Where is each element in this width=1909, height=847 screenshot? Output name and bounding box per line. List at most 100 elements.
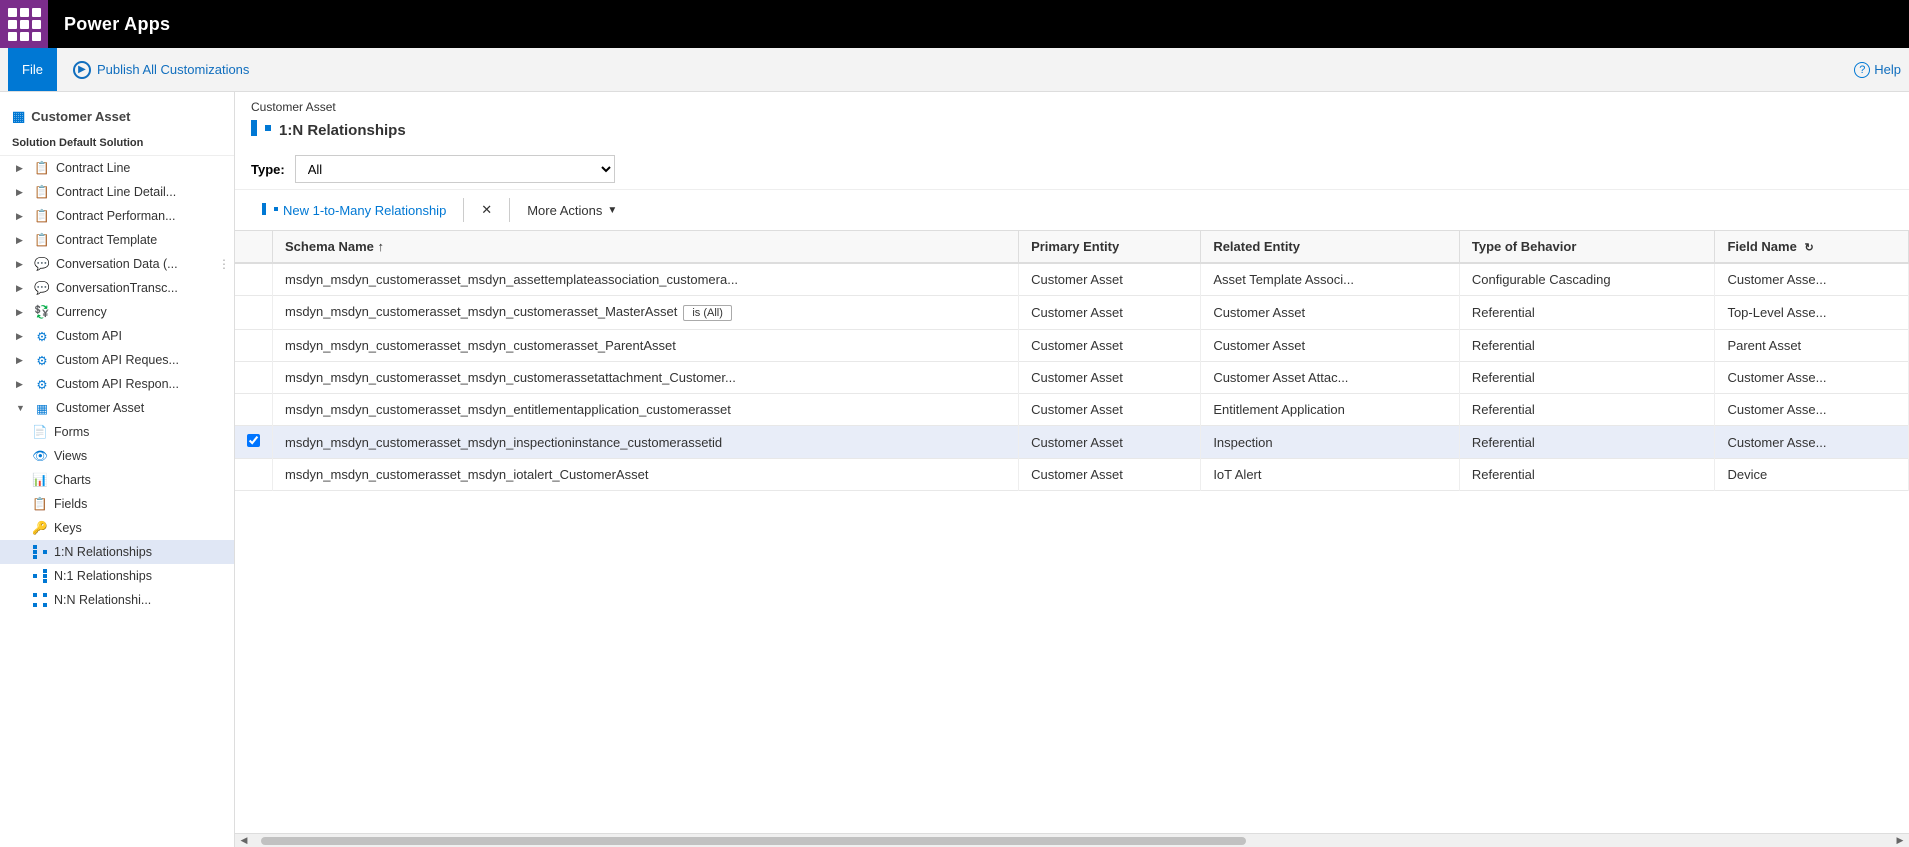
sidebar-item-1n-relationships[interactable]: 1:N Relationships xyxy=(0,540,234,564)
cell-type-of-behavior: Referential xyxy=(1459,296,1715,330)
cell-schema-name: msdyn_msdyn_customerasset_msdyn_customer… xyxy=(273,330,1019,362)
sidebar-item-custom-api[interactable]: ▶ ⚙ Custom API xyxy=(0,324,234,348)
contract-line-icon: 📋 xyxy=(34,160,50,176)
currency-icon: 💱 xyxy=(34,304,50,320)
sidebar-label-charts: Charts xyxy=(54,473,226,487)
sidebar-item-forms[interactable]: 📄 Forms xyxy=(0,420,234,444)
row-checkbox[interactable] xyxy=(247,434,260,447)
cell-related-entity: Entitlement Application xyxy=(1201,394,1460,426)
cell-schema-name: msdyn_msdyn_customerasset_msdyn_customer… xyxy=(273,296,1019,330)
delete-button[interactable]: ✕ xyxy=(470,196,503,224)
cell-field-name: Top-Level Asse... xyxy=(1715,296,1909,330)
col-field-name[interactable]: Field Name ↻ xyxy=(1715,231,1909,263)
sidebar-entity-header: ▦ Customer Asset xyxy=(0,92,234,131)
custom-api-icon: ⚙ xyxy=(34,328,50,344)
new-relationship-button[interactable]: New 1-to-Many Relationship xyxy=(251,197,457,224)
sidebar-item-custom-api-respon[interactable]: ▶ ⚙ Custom API Respon... xyxy=(0,372,234,396)
col-primary-entity[interactable]: Primary Entity xyxy=(1019,231,1201,263)
table-row[interactable]: msdyn_msdyn_customerasset_msdyn_customer… xyxy=(235,330,1909,362)
customer-asset-icon: ▦ xyxy=(34,400,50,416)
help-button[interactable]: ? Help xyxy=(1854,62,1901,78)
col-related-entity[interactable]: Related Entity xyxy=(1201,231,1460,263)
sidebar-item-conversation-data[interactable]: ▶ 💬 Conversation Data (... ⋮ xyxy=(0,252,234,276)
fields-icon: 📋 xyxy=(32,496,48,512)
1n-rel-icon xyxy=(32,544,48,560)
sidebar-label-keys: Keys xyxy=(54,521,226,535)
cell-related-entity: Inspection xyxy=(1201,426,1460,459)
sidebar-item-charts[interactable]: 📊 Charts xyxy=(0,468,234,492)
page-title: 1:N Relationships xyxy=(279,122,406,139)
expand-arrow: ▶ xyxy=(16,355,28,366)
conversation-transc-icon: 💬 xyxy=(34,280,50,296)
row-checkbox-cell xyxy=(235,459,273,491)
cell-schema-name: msdyn_msdyn_customerasset_msdyn_customer… xyxy=(273,362,1019,394)
table-row[interactable]: msdyn_msdyn_customerasset_msdyn_iotalert… xyxy=(235,459,1909,491)
main-layout: ▦ Customer Asset Solution Default Soluti… xyxy=(0,92,1909,847)
sidebar-item-nn-relationships[interactable]: N:N Relationshi... xyxy=(0,588,234,612)
row-checkbox-cell xyxy=(235,394,273,426)
sidebar-label-contract-template: Contract Template xyxy=(56,233,226,247)
col-schema-name[interactable]: Schema Name ↑ xyxy=(273,231,1019,263)
sidebar-item-contract-performance[interactable]: ▶ 📋 Contract Performan... xyxy=(0,204,234,228)
sidebar-item-custom-api-reques[interactable]: ▶ ⚙ Custom API Reques... xyxy=(0,348,234,372)
table-row[interactable]: msdyn_msdyn_customerasset_msdyn_customer… xyxy=(235,362,1909,394)
row-checkbox-cell xyxy=(235,362,273,394)
sidebar-item-customer-asset[interactable]: ▼ ▦ Customer Asset xyxy=(0,396,234,420)
cell-schema-name: msdyn_msdyn_customerasset_msdyn_iotalert… xyxy=(273,459,1019,491)
col-type-of-behavior[interactable]: Type of Behavior xyxy=(1459,231,1715,263)
page-title-area: 1:N Relationships xyxy=(235,118,1909,149)
nn-rel-icon xyxy=(32,592,48,608)
sidebar-label-contract-line: Contract Line xyxy=(56,161,226,175)
sidebar-item-views[interactable]: 👁 Views xyxy=(0,444,234,468)
horizontal-scrollbar-thumb xyxy=(261,837,1246,845)
contract-template-icon: 📋 xyxy=(34,232,50,248)
file-button[interactable]: File xyxy=(8,48,57,91)
horizontal-scrollbar[interactable]: ◀ ▶ xyxy=(235,833,1909,847)
contract-performance-icon: 📋 xyxy=(34,208,50,224)
sidebar-label-nn-relationships: N:N Relationshi... xyxy=(54,593,226,607)
sidebar-item-contract-template[interactable]: ▶ 📋 Contract Template xyxy=(0,228,234,252)
more-actions-button[interactable]: More Actions ▼ xyxy=(516,197,628,224)
cell-related-entity: Customer Asset xyxy=(1201,330,1460,362)
sidebar-label-views: Views xyxy=(54,449,226,463)
table-row[interactable]: msdyn_msdyn_customerasset_msdyn_customer… xyxy=(235,296,1909,330)
table-row[interactable]: msdyn_msdyn_customerasset_msdyn_assettem… xyxy=(235,263,1909,296)
custom-api-respon-icon: ⚙ xyxy=(34,376,50,392)
sidebar-item-conversation-transc[interactable]: ▶ 💬 ConversationTransc... xyxy=(0,276,234,300)
toolbar-separator xyxy=(463,198,464,222)
table-container[interactable]: Schema Name ↑ Primary Entity Related Ent… xyxy=(235,231,1909,833)
cell-primary-entity: Customer Asset xyxy=(1019,426,1201,459)
col-primary-entity-label: Primary Entity xyxy=(1031,239,1119,254)
sidebar-item-n1-relationships[interactable]: N:1 Relationships xyxy=(0,564,234,588)
sidebar-item-contract-line[interactable]: ▶ 📋 Contract Line xyxy=(0,156,234,180)
table-row[interactable]: msdyn_msdyn_customerasset_msdyn_entitlem… xyxy=(235,394,1909,426)
charts-icon: 📊 xyxy=(32,472,48,488)
sidebar-item-contract-line-detail[interactable]: ▶ 📋 Contract Line Detail... xyxy=(0,180,234,204)
conversation-data-icon: 💬 xyxy=(34,256,50,272)
table-row[interactable]: msdyn_msdyn_customerasset_msdyn_inspecti… xyxy=(235,426,1909,459)
entity-grid-icon: ▦ xyxy=(12,108,25,125)
sidebar-item-keys[interactable]: 🔑 Keys xyxy=(0,516,234,540)
publish-button[interactable]: ▶ Publish All Customizations xyxy=(65,57,257,83)
views-icon: 👁 xyxy=(32,448,48,464)
scroll-left-arrow[interactable]: ◀ xyxy=(237,834,251,847)
drag-handle: ⋮ xyxy=(218,257,230,271)
cell-field-name: Device xyxy=(1715,459,1909,491)
cell-type-of-behavior: Referential xyxy=(1459,362,1715,394)
cell-primary-entity: Customer Asset xyxy=(1019,263,1201,296)
cell-related-entity: Asset Template Associ... xyxy=(1201,263,1460,296)
col-field-name-label: Field Name xyxy=(1727,239,1796,254)
cell-field-name: Parent Asset xyxy=(1715,330,1909,362)
refresh-icon[interactable]: ↻ xyxy=(1804,242,1813,254)
cell-related-entity: IoT Alert xyxy=(1201,459,1460,491)
waffle-button[interactable] xyxy=(0,0,48,48)
scroll-right-arrow[interactable]: ▶ xyxy=(1893,834,1907,847)
sidebar-item-currency[interactable]: ▶ 💱 Currency xyxy=(0,300,234,324)
row-checkbox-cell xyxy=(235,330,273,362)
cell-related-entity: Customer Asset Attac... xyxy=(1201,362,1460,394)
expand-arrow: ▶ xyxy=(16,307,28,318)
sidebar-item-fields[interactable]: 📋 Fields xyxy=(0,492,234,516)
more-actions-label: More Actions xyxy=(527,203,602,218)
type-filter-select[interactable]: All Custom Standard xyxy=(295,155,615,183)
cell-related-entity: Customer Asset xyxy=(1201,296,1460,330)
